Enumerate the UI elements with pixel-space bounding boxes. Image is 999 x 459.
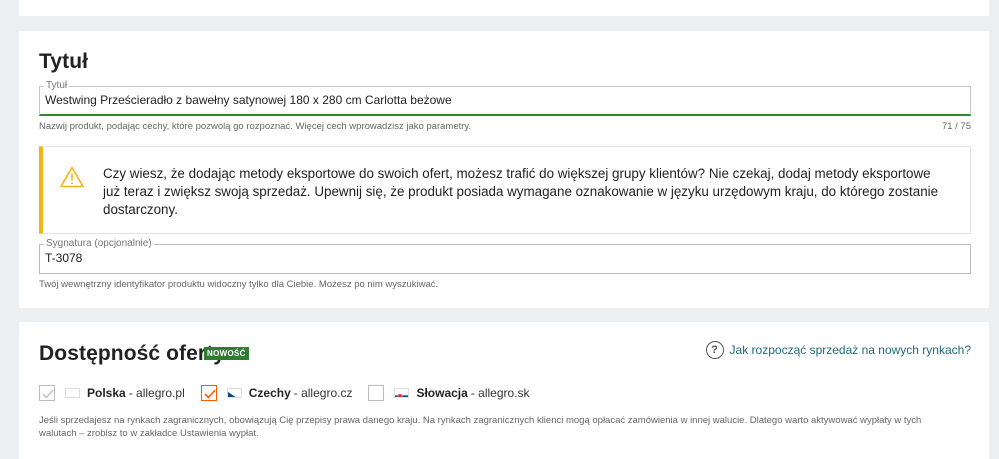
new-markets-help-link[interactable]: ? Jak rozpocząć sprzedaż na nowych rynka… <box>705 341 971 359</box>
alert-message: Czy wiesz, że dodając metody eksportowe … <box>103 166 939 217</box>
market-name: Czechy <box>248 386 291 400</box>
market-slovakia[interactable]: Słowacja - allegro.sk <box>368 385 530 401</box>
title-field[interactable]: Tytuł <box>39 80 971 116</box>
market-list: Polska - allegro.pl Czechy - allegro.cz … <box>39 385 546 401</box>
slovakia-checkbox[interactable] <box>368 385 385 401</box>
signature-hint: Twój wewnętrzny identyfikator produktu w… <box>39 279 439 290</box>
market-poland[interactable]: Polska - allegro.pl <box>39 385 185 401</box>
availability-heading: Dostępność oferty <box>39 342 226 365</box>
title-input[interactable] <box>45 93 945 107</box>
question-icon: ? <box>705 341 724 359</box>
title-section-card: Tytuł Tytuł Nazwij produkt, podając cech… <box>19 31 989 308</box>
signature-field[interactable]: Sygnatura (opcjonalnie) <box>39 238 971 274</box>
title-field-label: Tytuł <box>44 80 70 92</box>
export-methods-alert: Czy wiesz, że dodając metody eksportowe … <box>39 146 971 234</box>
previous-section-card <box>19 0 989 16</box>
market-domain: - allegro.sk <box>470 386 530 400</box>
market-name: Słowacja <box>416 386 468 400</box>
market-domain: - allegro.cz <box>293 386 353 400</box>
flag-czech-icon <box>226 388 242 398</box>
warning-icon <box>60 166 84 188</box>
title-hint: Nazwij produkt, podając cechy, które poz… <box>39 121 472 132</box>
market-name: Polska <box>87 386 126 400</box>
flag-slovakia-icon <box>394 388 410 398</box>
title-section-heading: Tytuł <box>39 50 89 73</box>
title-char-counter: 71 / 75 <box>941 121 971 132</box>
check-icon <box>204 389 216 399</box>
check-icon <box>42 389 54 399</box>
signature-input[interactable] <box>45 251 945 265</box>
market-domain: - allegro.pl <box>128 386 185 400</box>
help-link-text: Jak rozpocząć sprzedaż na nowych rynkach… <box>729 343 971 357</box>
availability-section-card: Dostępność oferty NOWOŚĆ ? Jak rozpocząć… <box>19 322 989 459</box>
market-czech[interactable]: Czechy - allegro.cz <box>200 385 353 401</box>
flag-poland-icon <box>65 388 80 398</box>
foreign-markets-info: Jeśli sprzedajesz na rynkach zagraniczny… <box>39 415 922 439</box>
poland-checkbox[interactable] <box>39 385 55 401</box>
signature-field-label: Sygnatura (opcjonalnie) <box>44 238 154 250</box>
new-badge: NOWOŚĆ <box>204 347 249 360</box>
czech-checkbox[interactable] <box>200 385 217 401</box>
